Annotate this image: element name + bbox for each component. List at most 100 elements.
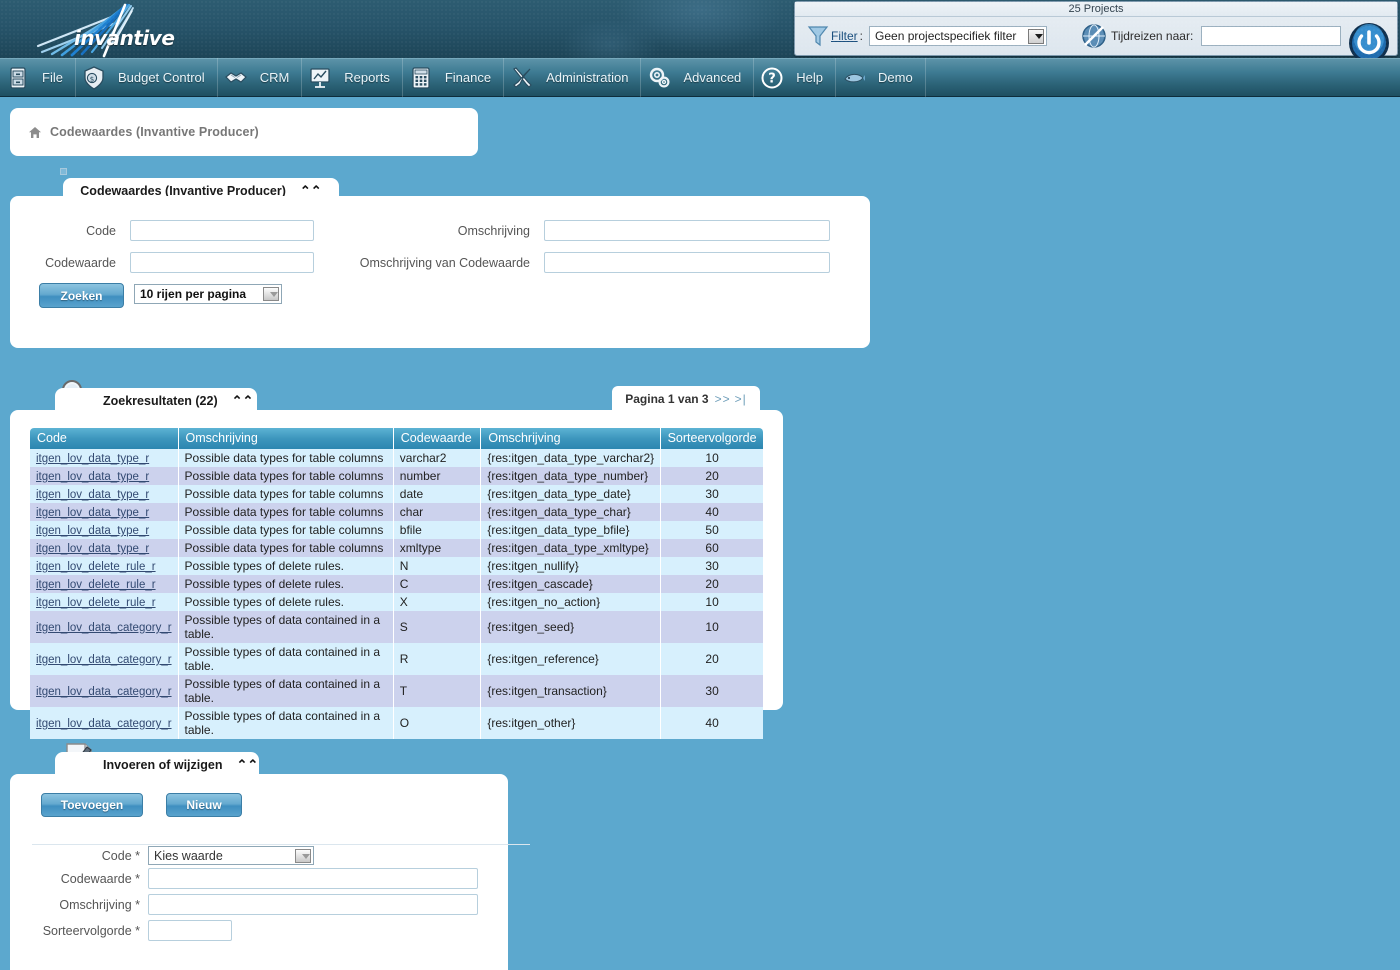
search-button[interactable]: Zoeken	[39, 283, 124, 308]
row-code-link[interactable]: itgen_lov_data_type_r	[36, 507, 149, 519]
home-icon[interactable]	[28, 126, 42, 139]
column-header-sorteervolgorde[interactable]: Sorteervolgorde	[660, 428, 763, 449]
cell-codewaarde: S	[393, 611, 482, 643]
cell-omschrijving2: {res:itgen_data_type_xmltype}	[480, 539, 662, 557]
rows-per-page-select[interactable]: 10 rijen per pagina	[134, 284, 282, 304]
edit-panel-title: Invoeren of wijzigen	[103, 758, 223, 772]
menu-item-label: Advanced	[683, 70, 742, 85]
chevron-down-icon[interactable]	[295, 849, 311, 863]
search-code-input[interactable]	[130, 220, 314, 241]
row-code-link[interactable]: itgen_lov_data_type_r	[36, 489, 149, 501]
cell-omschrijving: Possible types of delete rules.	[178, 593, 394, 611]
power-icon	[1349, 23, 1389, 58]
globe-no-icon	[1082, 24, 1106, 48]
edit-codewaarde-input[interactable]	[148, 868, 478, 889]
cell-codewaarde: number	[393, 467, 482, 485]
menu-item-label: Reports	[344, 70, 390, 85]
chevron-up-icon[interactable]: ⌃⌃	[236, 757, 258, 773]
shield-coin-icon: $	[84, 65, 104, 90]
cell-code: itgen_lov_delete_rule_r	[30, 575, 179, 593]
cell-sorteervolgorde: 20	[660, 575, 763, 593]
add-button[interactable]: Toevoegen	[41, 793, 143, 817]
filter-label[interactable]: Filter	[831, 29, 858, 43]
timetravel-input[interactable]	[1201, 26, 1342, 46]
cell-omschrijving: Possible data types for table columns	[178, 467, 394, 485]
cell-code: itgen_lov_data_type_r	[30, 539, 179, 557]
cell-omschrijving2: {res:itgen_reference}	[480, 643, 662, 675]
search-codewaarde-input[interactable]	[130, 252, 314, 273]
table-row: itgen_lov_delete_rule_r Possible types of…	[30, 557, 763, 575]
menu-item-file[interactable]: File	[0, 58, 76, 97]
row-code-link[interactable]: itgen_lov_delete_rule_r	[36, 561, 156, 573]
logo: invantive	[26, 2, 186, 58]
column-header-codewaarde[interactable]: Codewaarde	[393, 428, 482, 449]
edit-code-select[interactable]: Kies waarde	[148, 846, 314, 865]
label-code: Code	[86, 223, 116, 238]
menu-item-label: Administration	[546, 70, 629, 85]
filter-bar: 25 Projects Filter : Geen projectspecifi…	[794, 1, 1398, 58]
row-code-link[interactable]: itgen_lov_delete_rule_r	[36, 597, 156, 609]
menu-item-help[interactable]: ? Help	[754, 58, 837, 97]
presentation-chart-icon	[310, 67, 330, 88]
row-code-link[interactable]: itgen_lov_data_type_r	[36, 543, 149, 555]
panel-marker	[60, 168, 67, 175]
row-code-link[interactable]: itgen_lov_data_type_r	[36, 453, 149, 465]
menu-item-budget-control[interactable]: $ Budget Control	[76, 58, 218, 97]
cell-sorteervolgorde: 20	[660, 467, 763, 485]
cell-codewaarde: date	[393, 485, 482, 503]
edit-sorteervolgorde-input[interactable]	[148, 920, 232, 941]
row-code-link[interactable]: itgen_lov_data_type_r	[36, 525, 149, 537]
cell-omschrijving: Possible data types for table columns	[178, 539, 394, 557]
column-header-code[interactable]: Code	[30, 428, 179, 449]
cell-code: itgen_lov_delete_rule_r	[30, 593, 179, 611]
menu-item-administration[interactable]: Administration	[504, 58, 642, 97]
search-omschrijving-input[interactable]	[544, 220, 830, 241]
pagination: Pagina 1 van 3 >> >|	[612, 386, 760, 412]
row-code-link[interactable]: itgen_lov_data_category_r	[36, 718, 172, 730]
filter-select-value: Geen projectspecifiek filter	[875, 29, 1017, 43]
cell-codewaarde: O	[393, 707, 482, 739]
row-code-link[interactable]: itgen_lov_delete_rule_r	[36, 579, 156, 591]
chevron-up-icon[interactable]: ⌃⌃	[232, 393, 254, 409]
column-header-omschrijving[interactable]: Omschrijving	[178, 428, 394, 449]
new-button[interactable]: Nieuw	[166, 793, 242, 817]
menu-item-reports[interactable]: Reports	[302, 58, 403, 97]
row-code-link[interactable]: itgen_lov_data_category_r	[36, 654, 172, 666]
tools-icon	[513, 66, 532, 88]
chevron-down-icon[interactable]	[1028, 29, 1045, 44]
row-code-link[interactable]: itgen_lov_data_type_r	[36, 471, 149, 483]
cell-codewaarde: bfile	[393, 521, 482, 539]
menu-item-label: Demo	[878, 70, 913, 85]
cell-sorteervolgorde: 60	[660, 539, 763, 557]
row-code-link[interactable]: itgen_lov_data_category_r	[36, 622, 172, 634]
power-button[interactable]	[1347, 21, 1391, 58]
row-code-link[interactable]: itgen_lov_data_category_r	[36, 686, 172, 698]
menu-item-label: Finance	[444, 70, 492, 85]
cell-omschrijving2: {res:itgen_seed}	[480, 611, 662, 643]
edit-omschrijving-input[interactable]	[148, 894, 478, 915]
cell-omschrijving: Possible data types for table columns	[178, 503, 394, 521]
last-page-button[interactable]: >|	[735, 392, 747, 406]
cell-sorteervolgorde: 40	[660, 707, 763, 739]
svg-text:$: $	[90, 75, 94, 83]
filter-select[interactable]: Geen projectspecifiek filter	[869, 26, 1048, 46]
menu-item-crm[interactable]: CRM	[218, 58, 303, 97]
cell-codewaarde: char	[393, 503, 482, 521]
cell-omschrijving: Possible types of data contained in a ta…	[178, 707, 394, 739]
menu-item-demo[interactable]: Demo	[836, 58, 926, 97]
menu-item-advanced[interactable]: Advanced	[641, 58, 755, 97]
cell-codewaarde: varchar2	[393, 449, 482, 467]
cell-code: itgen_lov_delete_rule_r	[30, 557, 179, 575]
column-header-omschrijving2[interactable]: Omschrijving	[480, 428, 662, 449]
search-omschrijving-codewaarde-input[interactable]	[544, 252, 830, 273]
table-row: itgen_lov_data_type_r Possible data types…	[30, 503, 763, 521]
cell-codewaarde: N	[393, 557, 482, 575]
cell-omschrijving: Possible types of data contained in a ta…	[178, 675, 394, 707]
next-page-button[interactable]: >>	[715, 392, 731, 406]
main-menu-bar: File $ Budget Control CRM Reports Financ…	[0, 58, 1400, 97]
cell-sorteervolgorde: 10	[660, 611, 763, 643]
label-edit-sorteervolgorde: Sorteervolgorde *	[42, 923, 140, 938]
menu-item-finance[interactable]: Finance	[403, 58, 505, 97]
table-row: itgen_lov_data_category_r Possible types …	[30, 611, 763, 643]
chevron-down-icon[interactable]	[263, 287, 279, 301]
